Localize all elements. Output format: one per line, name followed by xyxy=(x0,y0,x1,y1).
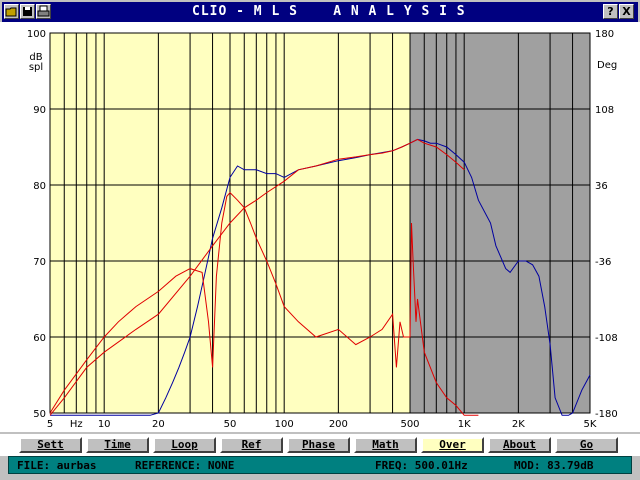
gated-region xyxy=(410,33,590,413)
status-bar: FILE: aurbas REFERENCE: NONE FREQ: 500.0… xyxy=(8,456,632,474)
button-loop[interactable]: Loop xyxy=(153,437,216,453)
x-tick-label: 500 xyxy=(400,419,419,430)
status-reference: REFERENCE: NONE xyxy=(135,459,235,472)
button-ref[interactable]: Ref xyxy=(220,437,283,453)
button-math[interactable]: Math xyxy=(354,437,417,453)
window-title: CLIO - M L S A N A L Y S I S xyxy=(192,4,466,19)
clio-window: CLIO - M L S A N A L Y S I S ? X 100 90 80… xyxy=(0,0,640,480)
status-file: FILE: aurbas xyxy=(17,459,97,472)
x-tick-label: 5K xyxy=(584,419,597,430)
save-icon[interactable] xyxy=(20,4,35,19)
x-tick-label: Hz xyxy=(70,419,83,430)
status-freq: FREQ: 500.01Hz xyxy=(375,459,468,472)
print-icon[interactable] xyxy=(36,4,51,19)
x-tick-label: 50 xyxy=(224,419,237,430)
close-button[interactable]: X xyxy=(619,4,634,19)
x-tick-label: 10 xyxy=(98,419,111,430)
command-bar: Sett Time Loop Ref Phase Math Over About Go xyxy=(0,434,640,456)
y-tick-label-left: 50 xyxy=(33,409,46,420)
x-tick-label: 200 xyxy=(329,419,348,430)
title-bar: CLIO - M L S A N A L Y S I S ? X xyxy=(2,2,638,22)
y-tick-label-right: 36 xyxy=(595,181,608,192)
x-tick-label: 2K xyxy=(512,419,525,430)
y-tick-label-left: 100 xyxy=(27,29,46,40)
button-sett[interactable]: Sett xyxy=(19,437,82,453)
y-tick-label-left: 60 xyxy=(33,333,46,344)
y-tick-label-right: 108 xyxy=(595,105,614,116)
y-tick-label-right: -180 xyxy=(595,409,618,420)
button-time[interactable]: Time xyxy=(86,437,149,453)
x-tick-label: 100 xyxy=(275,419,294,430)
status-mod: MOD: 83.79dB xyxy=(514,459,594,472)
analysis-graph: 100 90 80 70 60 50 180 108 36 -36 -108 -180 dB spl Deg… xyxy=(0,22,640,432)
y-tick-label-left: 70 xyxy=(33,257,46,268)
button-over[interactable]: Over xyxy=(421,437,484,453)
right-unit-label: Deg xyxy=(597,60,617,71)
y-tick-label-right: -36 xyxy=(595,257,611,268)
button-go[interactable]: Go xyxy=(555,437,618,453)
left-unit-label: spl xyxy=(29,62,43,73)
y-tick-label-right: -108 xyxy=(595,333,618,344)
y-tick-label-left: 80 xyxy=(33,181,46,192)
y-tick-label-left: 90 xyxy=(33,105,46,116)
x-tick-label: 20 xyxy=(152,419,165,430)
y-tick-label-right: 180 xyxy=(595,29,614,40)
button-phase[interactable]: Phase xyxy=(287,437,350,453)
folder-icon[interactable] xyxy=(4,4,19,19)
button-about[interactable]: About xyxy=(488,437,551,453)
help-button[interactable]: ? xyxy=(603,4,618,19)
frequency-response-chart: 100908070605018010836-36-108-180dBspl Deg… xyxy=(27,29,618,430)
x-tick-label: 5 xyxy=(47,419,53,430)
x-tick-label: 1K xyxy=(458,419,471,430)
